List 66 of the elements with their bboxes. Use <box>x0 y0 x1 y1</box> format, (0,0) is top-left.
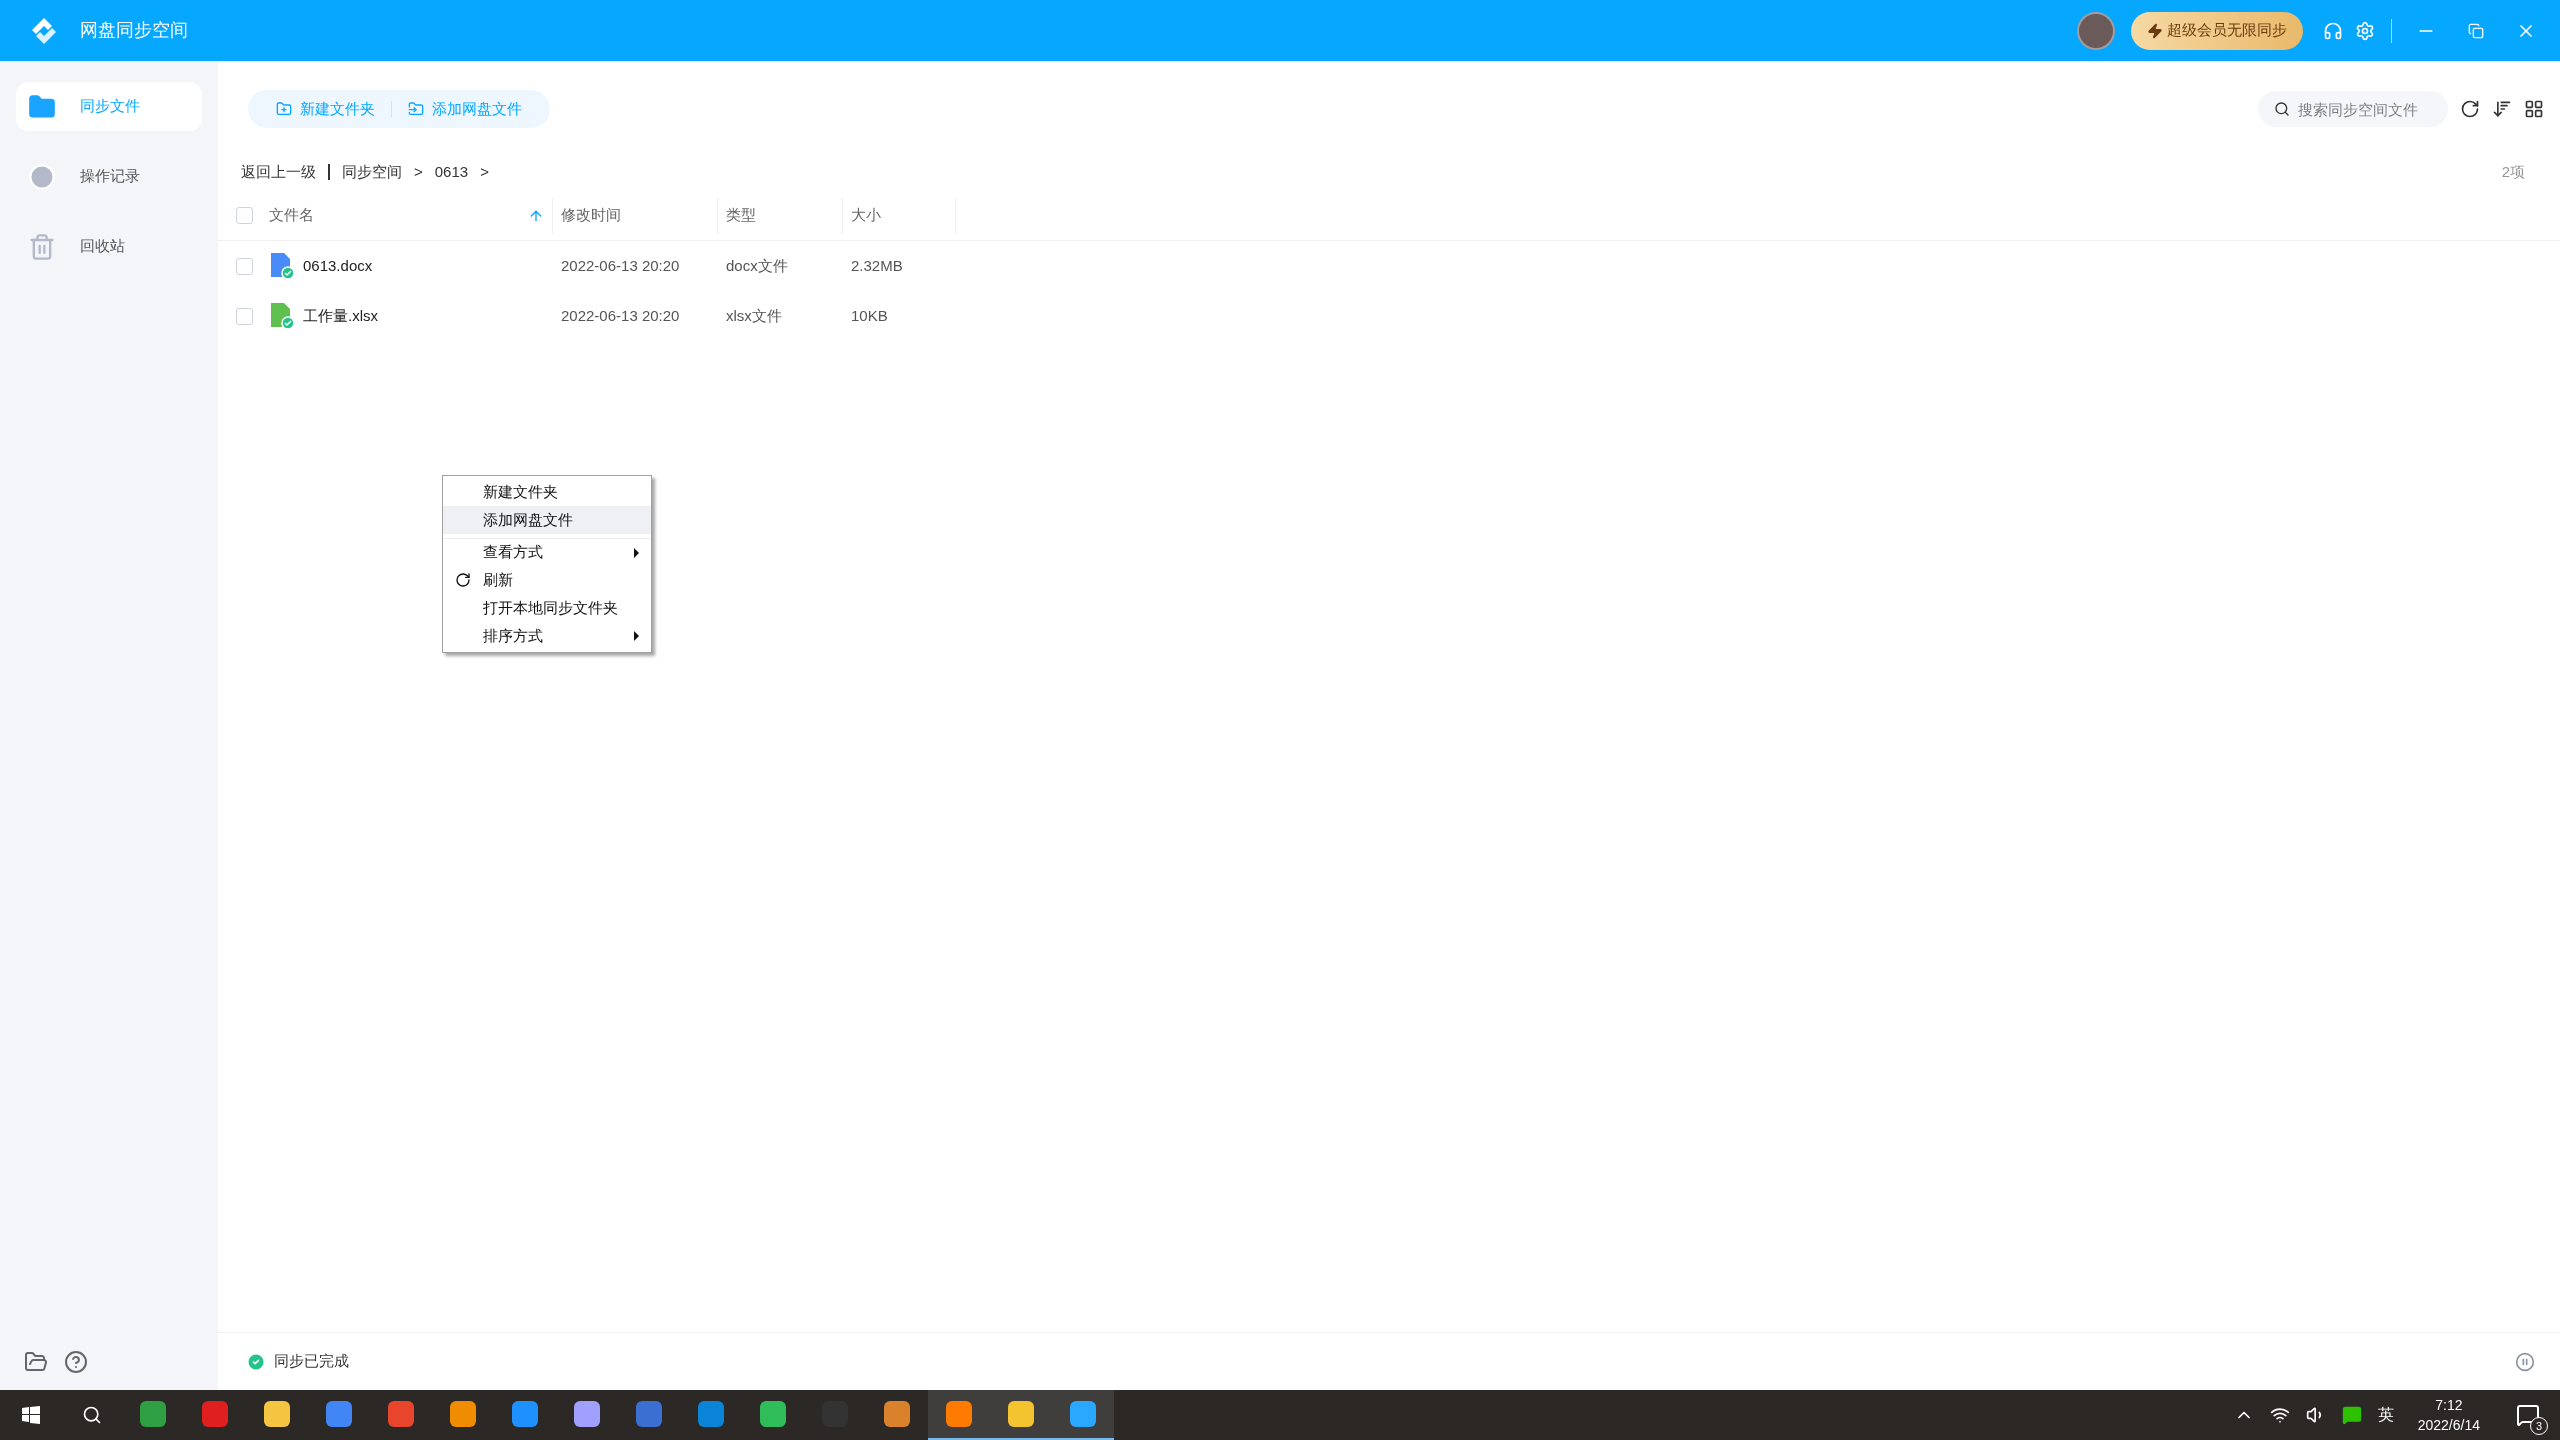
windows-start-icon[interactable] <box>22 1406 40 1424</box>
table-cell-text: 2.32MB <box>850 255 904 276</box>
checkbox[interactable] <box>236 207 253 224</box>
breadcrumb-link[interactable]: 同步空间 <box>342 160 402 184</box>
column-header[interactable]: 类型 <box>718 197 843 234</box>
sidebar-item[interactable]: 回收站 <box>16 222 202 271</box>
clock[interactable]: 7:12 2022/6/14 <box>2417 1395 2480 1435</box>
search-field[interactable]: 搜索同步空间文件 <box>2258 91 2448 127</box>
submenu-arrow-icon <box>634 631 639 641</box>
status-text: 同步已完成 <box>274 1351 349 1372</box>
search-icon <box>2274 101 2290 117</box>
lightning-icon <box>2147 22 2163 39</box>
table-cell-text: xlsx文件 <box>725 305 783 326</box>
checkbox[interactable] <box>236 307 253 325</box>
taskbar-app[interactable] <box>928 1390 990 1440</box>
folder-plus-icon <box>276 101 292 117</box>
success-icon <box>246 1351 266 1372</box>
help-icon[interactable] <box>64 1350 88 1374</box>
file-row[interactable]: 0613.docx 2022-06-13 20:20 docx文件 2.32MB <box>218 241 2560 291</box>
menu-item[interactable]: 打开本地同步文件夹 <box>443 594 651 622</box>
search-icon[interactable] <box>82 1405 102 1425</box>
folder-import-icon <box>408 101 424 117</box>
file-name: 0613.docx <box>303 255 373 276</box>
table-cell-text: docx文件 <box>725 255 789 276</box>
avatar[interactable] <box>2077 11 2115 50</box>
table-cell-text: 10KB <box>850 305 889 326</box>
table-cell-text: 2022-06-13 20:20 <box>560 255 681 276</box>
breadcrumb-link[interactable]: 0613 <box>434 160 469 184</box>
file-name: 工作量.xlsx <box>303 305 378 326</box>
word-file-icon <box>269 252 295 280</box>
restore-icon[interactable] <box>2468 22 2484 39</box>
window-title: 网盘同步空间 <box>80 19 188 42</box>
item-count: 2项 <box>2501 161 2525 182</box>
wifi-icon[interactable] <box>2269 1405 2290 1425</box>
excel-file-icon <box>269 302 295 330</box>
column-header[interactable]: 文件名 <box>253 197 553 234</box>
folder-icon[interactable] <box>24 1350 48 1374</box>
breadcrumb-separator: > <box>480 161 489 182</box>
submenu-arrow-icon <box>634 547 639 558</box>
table-cell-text: 2022-06-13 20:20 <box>560 305 681 326</box>
column-header[interactable]: 修改时间 <box>553 197 718 234</box>
trash-icon <box>28 232 56 261</box>
sort-icon[interactable] <box>2492 99 2512 119</box>
headset-icon[interactable] <box>2323 20 2343 41</box>
refresh-icon[interactable] <box>2460 99 2480 119</box>
breadcrumb-separator: > <box>414 161 423 182</box>
grid-view-icon[interactable] <box>2524 99 2544 119</box>
menu-item[interactable]: 新建文件夹 <box>443 478 651 506</box>
menu-item[interactable]: 添加网盘文件 <box>443 506 651 534</box>
notification-badge: 3 <box>2530 1417 2548 1435</box>
sidebar-item[interactable]: 操作记录 <box>16 152 202 201</box>
menu-item[interactable]: 刷新 <box>443 566 651 594</box>
pause-icon[interactable] <box>2515 1351 2535 1372</box>
taskbar-app[interactable] <box>1052 1390 1114 1440</box>
menu-item[interactable]: 排序方式 <box>443 622 651 650</box>
menu-item[interactable]: 查看方式 <box>443 538 651 566</box>
column-header[interactable]: 大小 <box>843 197 956 234</box>
ime-indicator[interactable]: 英 <box>2377 1403 2394 1427</box>
folder-icon <box>28 92 56 121</box>
back-link[interactable]: 返回上一级 <box>241 160 316 184</box>
refresh-icon <box>455 572 471 588</box>
settings-icon[interactable] <box>2355 20 2375 41</box>
chat-icon[interactable] <box>2341 1405 2362 1425</box>
vip-button[interactable]: 超级会员无限同步 <box>2131 11 2303 50</box>
checkbox[interactable] <box>236 257 253 275</box>
file-row[interactable]: 工作量.xlsx 2022-06-13 20:20 xlsx文件 10KB <box>218 291 2560 341</box>
